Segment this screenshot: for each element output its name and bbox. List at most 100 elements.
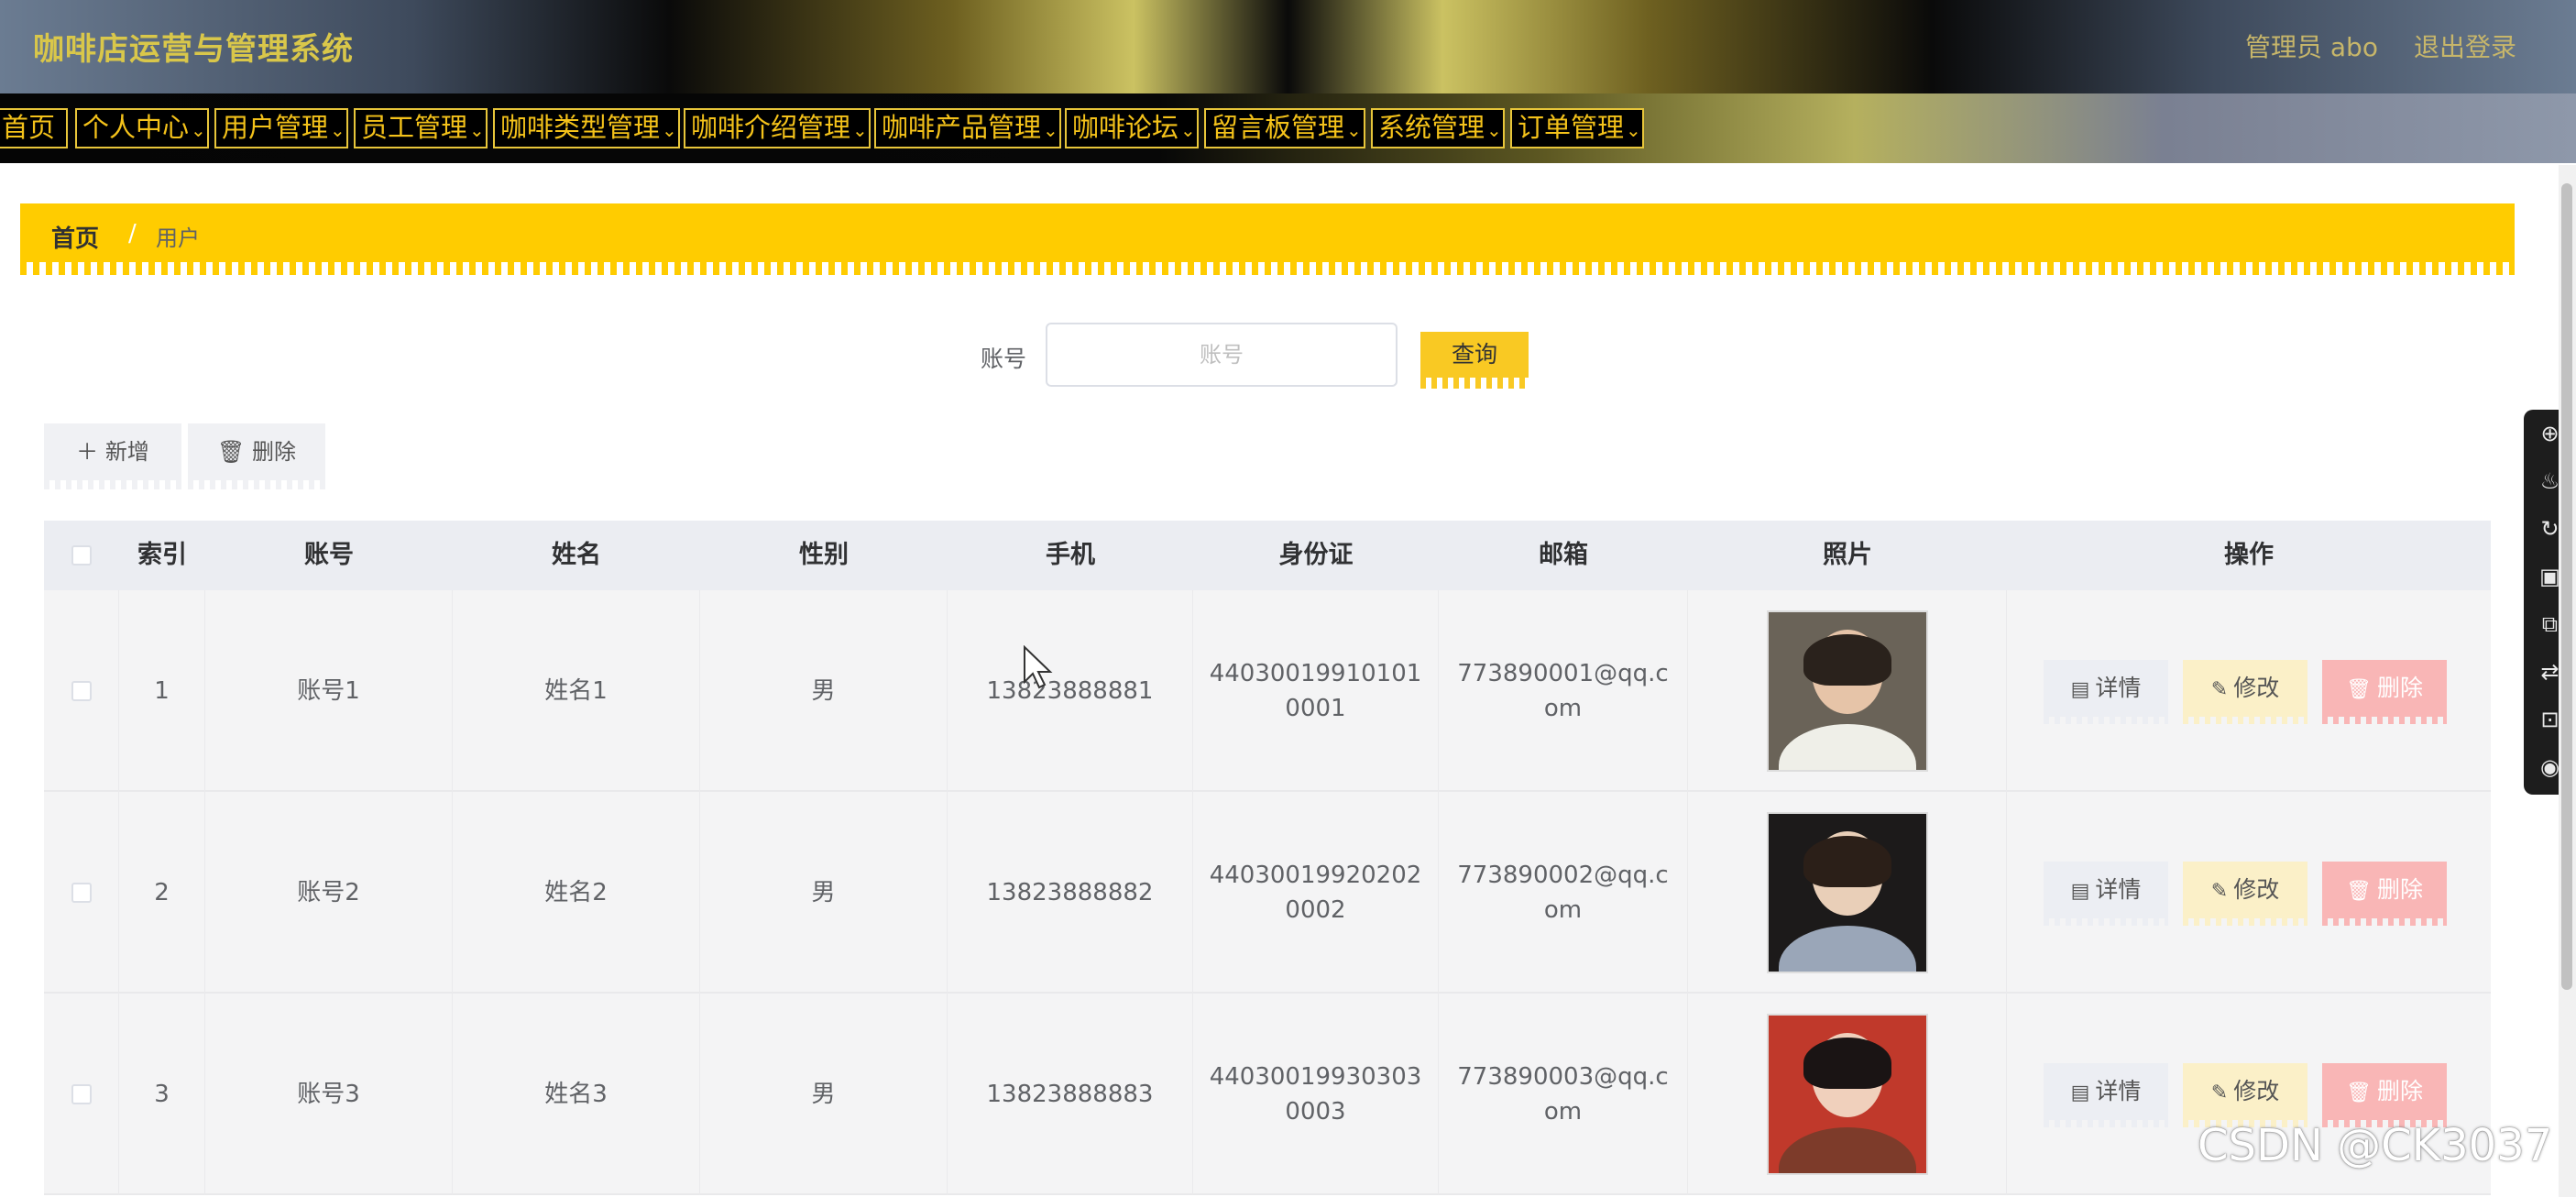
col-header[interactable]: 操作	[2007, 521, 2491, 590]
account-search-input[interactable]	[1046, 323, 1398, 387]
nav-item-coffee-products[interactable]: 咖啡产品管理 ⌄	[874, 108, 1061, 148]
nav-label: 系统管理	[1378, 112, 1485, 143]
col-header[interactable]: 邮箱	[1439, 521, 1688, 590]
col-header[interactable]: 手机	[948, 521, 1193, 590]
delete-label: 删除	[2376, 1078, 2423, 1104]
table-row: 3 账号3 姓名3 男 13823888883 4403001993030300…	[44, 994, 2491, 1195]
detail-label: 详情	[2095, 876, 2142, 903]
nav-label: 个人中心	[82, 112, 190, 143]
detail-button[interactable]: ▤ 详情	[2044, 1063, 2168, 1120]
row-select-cell	[44, 994, 119, 1195]
cell-name: 姓名3	[453, 994, 700, 1195]
logout-link[interactable]: 退出登录	[2414, 27, 2516, 64]
trash-icon: 🗑	[2346, 678, 2372, 701]
edit-button[interactable]: ✎ 修改	[2183, 660, 2307, 717]
table-row: 1 账号1 姓名1 男 13823888881 4403001991010100…	[44, 590, 2491, 792]
cell-gender: 男	[700, 590, 948, 792]
detail-button[interactable]: ▤ 详情	[2044, 862, 2168, 918]
col-header[interactable]: 性别	[700, 521, 948, 590]
detail-decoration	[2044, 1120, 2168, 1127]
col-header[interactable]: 账号	[205, 521, 453, 590]
cell-account: 账号1	[205, 590, 453, 792]
nav-label: 员工管理	[361, 112, 468, 143]
current-user: 管理员 abo	[2245, 32, 2378, 62]
nav-item-messages[interactable]: 留言板管理 ⌄	[1204, 108, 1365, 148]
chevron-down-icon: ⌄	[191, 119, 206, 141]
cell-photo	[1688, 792, 2007, 994]
nav-item-orders[interactable]: 订单管理 ⌄	[1510, 108, 1644, 148]
cell-email: 773890002@qq.com	[1439, 792, 1688, 994]
breadcrumb-separator: /	[128, 220, 137, 247]
delete-button[interactable]: 🗑 删除	[2322, 862, 2447, 918]
cell-gender: 男	[700, 994, 948, 1195]
photo-hair-shape	[1803, 634, 1891, 686]
nav-item-personal[interactable]: 个人中心 ⌄	[75, 108, 209, 148]
select-all-cell	[44, 521, 119, 590]
chevron-down-icon: ⌄	[1346, 119, 1362, 141]
breadcrumb-current: 用户	[156, 225, 200, 251]
chevron-down-icon: ⌄	[1180, 119, 1196, 141]
nav-label: 咖啡介绍管理	[691, 112, 851, 143]
nav-label: 咖啡论坛	[1072, 112, 1179, 143]
nav-item-system[interactable]: 系统管理 ⌄	[1371, 108, 1505, 148]
delete-button[interactable]: 🗑 删除	[2322, 1063, 2447, 1120]
cell-name: 姓名1	[453, 590, 700, 792]
nav-item-forum[interactable]: 咖啡论坛 ⌄	[1065, 108, 1199, 148]
col-header[interactable]: 身份证	[1193, 521, 1439, 590]
chevron-down-icon: ⌄	[1486, 119, 1502, 141]
photo-hair-shape	[1803, 836, 1891, 888]
table-header: 索引 账号 姓名 性别 手机 身份证 邮箱 照片 操作	[44, 521, 2491, 590]
cell-index: 3	[119, 994, 205, 1195]
nav-label: 咖啡类型管理	[500, 112, 661, 143]
nav-item-coffee-types[interactable]: 咖啡类型管理 ⌄	[493, 108, 680, 148]
col-header[interactable]: 索引	[119, 521, 205, 590]
photo-hair-shape	[1803, 1038, 1891, 1090]
edit-label: 修改	[2233, 1078, 2280, 1104]
delete-button[interactable]: 🗑 删除	[2322, 660, 2447, 717]
cell-account: 账号3	[205, 994, 453, 1195]
add-button[interactable]: ＋ 新增	[44, 423, 181, 480]
trash-icon: 🗑	[216, 439, 246, 465]
nav-item-coffee-intro[interactable]: 咖啡介绍管理 ⌄	[684, 108, 871, 148]
detail-decoration	[2044, 918, 2168, 926]
detail-label: 详情	[2095, 1078, 2142, 1104]
cell-gender: 男	[700, 792, 948, 994]
table-row: 2 账号2 姓名2 男 13823888882 4403001992020200…	[44, 792, 2491, 994]
pencil-icon: ✎	[2210, 1082, 2229, 1104]
row-select-cell	[44, 590, 119, 792]
chevron-down-icon: ⌄	[330, 119, 345, 141]
nav-item-users[interactable]: 用户管理 ⌄	[214, 108, 348, 148]
delete-label: 删除	[2376, 675, 2423, 701]
user-photo[interactable]	[1766, 1014, 1928, 1175]
nav-label: 首页	[2, 112, 56, 143]
user-photo[interactable]	[1766, 812, 1928, 973]
add-button-label: 新增	[104, 439, 149, 465]
plus-icon: ＋	[76, 439, 99, 465]
photo-body-shape	[1778, 724, 1916, 770]
add-button-decoration	[44, 480, 181, 489]
cell-actions: ▤ 详情 ✎ 修改 🗑 删除	[2007, 792, 2491, 994]
batch-delete-button[interactable]: 🗑 删除	[188, 423, 325, 480]
query-button[interactable]: 查询	[1420, 332, 1529, 378]
detail-button[interactable]: ▤ 详情	[2044, 660, 2168, 717]
scrollbar-thumb[interactable]	[2561, 183, 2572, 990]
photo-body-shape	[1778, 1127, 1916, 1173]
edit-button[interactable]: ✎ 修改	[2183, 1063, 2307, 1120]
breadcrumb-home[interactable]: 首页	[51, 220, 99, 254]
edit-button[interactable]: ✎ 修改	[2183, 862, 2307, 918]
col-header[interactable]: 照片	[1688, 521, 2007, 590]
row-checkbox[interactable]	[71, 1084, 92, 1104]
user-photo[interactable]	[1766, 610, 1928, 772]
trash-icon: 🗑	[2346, 880, 2372, 903]
nav-item-staff[interactable]: 员工管理 ⌄	[354, 108, 488, 148]
col-header[interactable]: 姓名	[453, 521, 700, 590]
trash-icon: 🗑	[2346, 1082, 2372, 1104]
row-checkbox[interactable]	[71, 883, 92, 903]
edit-label: 修改	[2233, 675, 2280, 701]
delete-decoration	[2322, 918, 2447, 926]
chevron-down-icon: ⌄	[852, 119, 868, 141]
select-all-checkbox[interactable]	[71, 545, 92, 566]
nav-item-home[interactable]: 首页	[0, 108, 68, 148]
nav-label: 咖啡产品管理	[882, 112, 1042, 143]
row-checkbox[interactable]	[71, 681, 92, 701]
